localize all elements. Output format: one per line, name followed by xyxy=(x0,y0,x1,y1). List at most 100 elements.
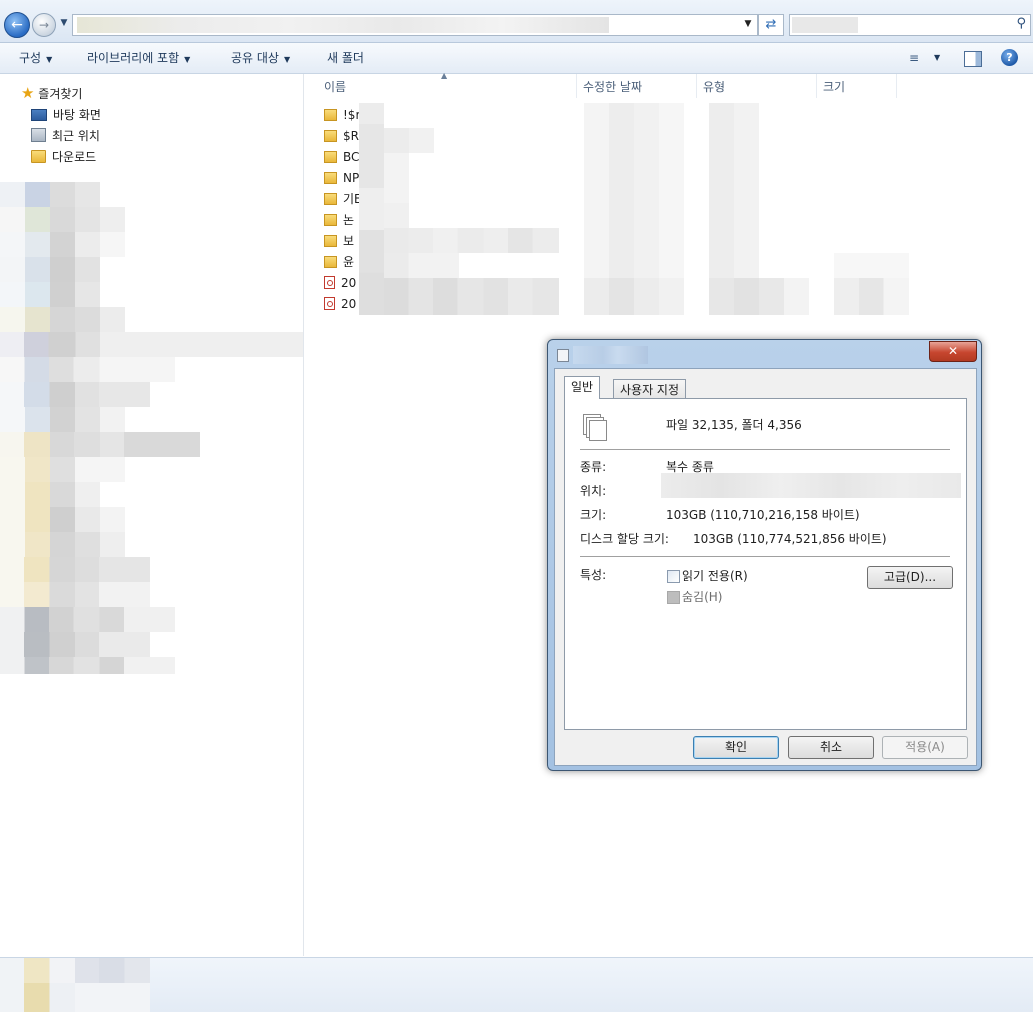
column-header-bar: 이름 수정한 날짜 유형 크기 xyxy=(304,74,1033,98)
redacted-date-modified xyxy=(584,278,684,315)
readonly-label[interactable]: 읽기 전용(R) xyxy=(682,568,748,584)
redacted-nav-block xyxy=(0,357,175,382)
include-in-library-label: 라이브러리에 포함 xyxy=(87,51,180,65)
selection-summary: 파일 32,135, 폴더 4,356 xyxy=(666,418,802,432)
forward-arrow-icon[interactable]: → xyxy=(32,13,56,37)
divider xyxy=(580,556,950,557)
properties-dialog: ✕ 일반 사용자 지정 파일 32,135, 폴더 4,356 종류: 복수 종… xyxy=(547,339,982,771)
new-folder-button[interactable]: 새 폴더 xyxy=(327,43,364,73)
address-input[interactable] xyxy=(72,14,758,36)
search-input[interactable]: ⚲ xyxy=(789,14,1031,36)
back-arrow-icon[interactable]: ← xyxy=(4,12,30,38)
redacted-nav-block xyxy=(0,257,100,282)
redacted-nav-block xyxy=(0,507,125,532)
list-item[interactable]: !$r xyxy=(324,105,360,125)
redacted-nav-block xyxy=(0,657,175,674)
redacted-file-name xyxy=(384,253,459,278)
folder-icon xyxy=(324,256,337,268)
list-item[interactable]: NP xyxy=(324,168,359,188)
readonly-checkbox[interactable] xyxy=(667,570,680,583)
redacted-status-block xyxy=(0,958,150,983)
sort-ascending-icon: ▲ xyxy=(441,71,448,80)
change-view-icon[interactable]: ≡ xyxy=(909,51,925,65)
help-icon[interactable]: ? xyxy=(1001,49,1018,66)
organize-label: 구성 xyxy=(19,51,42,65)
redacted-file-name xyxy=(384,128,434,153)
column-header-date-modified[interactable]: 수정한 날짜 xyxy=(577,74,697,98)
search-icon[interactable]: ⚲ xyxy=(1016,16,1026,31)
recent-pages-dropdown-icon[interactable]: ▼ xyxy=(58,16,70,30)
list-item[interactable]: 20 xyxy=(324,294,356,314)
redacted-nav-block xyxy=(0,182,100,207)
divider xyxy=(580,449,950,450)
chevron-down-icon: ▼ xyxy=(46,55,53,64)
hidden-checkbox[interactable] xyxy=(667,591,680,604)
nav-item-label: 다운로드 xyxy=(52,150,97,164)
file-name: 20 xyxy=(341,297,357,311)
redacted-file-name xyxy=(384,228,559,253)
address-dropdown-icon[interactable]: ▼ xyxy=(740,14,756,34)
file-name: $R xyxy=(343,129,359,143)
dialog-body: 일반 사용자 지정 파일 32,135, 폴더 4,356 종류: 복수 종류 … xyxy=(554,368,977,766)
dialog-title-bar[interactable]: ✕ xyxy=(548,340,981,368)
share-with-button[interactable]: 공유 대상 ▼ xyxy=(231,43,290,73)
column-header-type[interactable]: 유형 xyxy=(697,74,817,98)
redacted-nav-block xyxy=(0,632,150,657)
disk-size-value: 103GB (110,774,521,856 바이트) xyxy=(693,532,887,546)
folder-icon xyxy=(324,172,337,184)
column-header-size[interactable]: 크기 xyxy=(817,74,897,98)
nav-item-desktop[interactable]: 바탕 화면 xyxy=(31,106,101,124)
close-button[interactable]: ✕ xyxy=(929,341,977,362)
size-label: 크기: xyxy=(580,508,607,522)
nav-item-downloads[interactable]: 다운로드 xyxy=(31,148,96,166)
redacted-size xyxy=(834,253,909,278)
star-icon: ★ xyxy=(21,84,35,102)
redacted-nav-block xyxy=(0,607,175,632)
redacted-file-name xyxy=(384,153,409,203)
address-bar-area: ← → ▼ ▼ ⇄ ⚲ xyxy=(0,0,1033,43)
list-item[interactable]: 논 xyxy=(324,210,354,230)
location-label: 위치: xyxy=(580,484,607,498)
redacted-nav-block xyxy=(0,282,100,307)
redacted-nav-block xyxy=(0,557,150,582)
folder-icon xyxy=(324,109,337,121)
multiple-files-icon xyxy=(583,414,607,441)
file-name: BC xyxy=(343,150,360,164)
tab-general[interactable]: 일반 xyxy=(564,376,601,399)
redacted-nav-block xyxy=(0,432,200,457)
redacted-nav-block xyxy=(0,582,150,607)
redacted-location-value xyxy=(661,473,961,498)
redacted-size xyxy=(834,278,909,315)
list-item[interactable]: 20 xyxy=(324,273,356,293)
hidden-label[interactable]: 숨김(H) xyxy=(682,589,722,605)
list-item[interactable]: BC xyxy=(324,147,359,167)
downloads-folder-icon xyxy=(31,150,46,163)
advanced-button[interactable]: 고급(D)... xyxy=(867,566,953,589)
column-header-name[interactable]: 이름 xyxy=(318,74,577,98)
redacted-nav-block xyxy=(0,532,125,557)
list-item[interactable]: 기E xyxy=(324,189,362,209)
tab-custom[interactable]: 사용자 지정 xyxy=(613,379,687,400)
apply-button[interactable]: 적용(A) xyxy=(882,736,968,759)
navigation-pane: ★ 즐겨찾기 바탕 화면 최근 위치 다운로드 xyxy=(0,74,304,956)
list-item[interactable]: $R xyxy=(324,126,359,146)
recent-places-icon xyxy=(31,128,46,142)
cancel-button[interactable]: 취소 xyxy=(788,736,874,759)
redacted-nav-block xyxy=(0,457,125,482)
redacted-status-block xyxy=(0,983,150,1012)
redacted-nav-block xyxy=(0,307,125,332)
list-item[interactable]: 윤 xyxy=(324,252,354,272)
file-name: 논 xyxy=(343,213,355,227)
favorites-label: 즐겨찾기 xyxy=(38,87,83,101)
refresh-icon[interactable]: ⇄ xyxy=(758,14,784,36)
include-in-library-button[interactable]: 라이브러리에 포함 ▼ xyxy=(87,43,190,73)
nav-item-recent-places[interactable]: 최근 위치 xyxy=(31,127,100,145)
organize-button[interactable]: 구성 ▼ xyxy=(19,43,52,73)
favorites-header[interactable]: ★ 즐겨찾기 xyxy=(21,84,82,102)
chevron-down-icon[interactable]: ▼ xyxy=(934,51,940,65)
file-name: 20 xyxy=(341,276,357,290)
preview-pane-icon[interactable] xyxy=(964,51,982,67)
redacted-nav-block xyxy=(0,207,125,232)
ok-button[interactable]: 확인 xyxy=(693,736,779,759)
list-item[interactable]: 보 xyxy=(324,231,354,251)
